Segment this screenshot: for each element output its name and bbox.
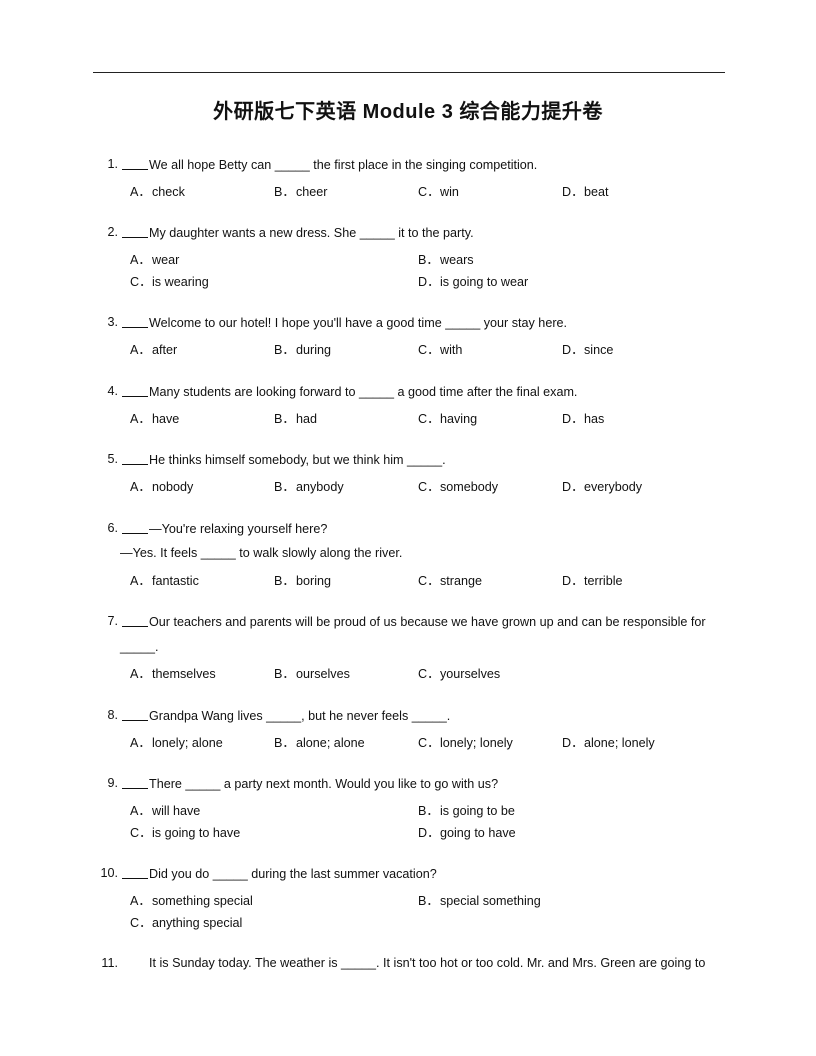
answer-blank [122, 315, 148, 328]
option-b: B．is going to be [418, 804, 515, 818]
option-c: C．having [418, 412, 478, 426]
option-a: A．check [130, 185, 185, 199]
question-number: 11. [101, 956, 118, 970]
option-c: C．lonely; lonely [418, 736, 513, 750]
option-a: A．nobody [130, 480, 194, 494]
option-b: B．boring [274, 574, 332, 588]
page-title: 外研版七下英语 Module 3 综合能力提升卷 [0, 95, 816, 124]
option-a: A．will have [130, 804, 201, 818]
option-a: A．lonely; alone [130, 736, 223, 750]
question-number: 3. [107, 315, 118, 329]
question-stem-line2: _____. [120, 640, 159, 654]
option-c: C．anything special [130, 916, 243, 930]
question-stem-line2: —Yes. It feels _____ to walk slowly alon… [120, 546, 403, 560]
option-c: C．somebody [418, 480, 499, 494]
answer-blank [122, 776, 148, 789]
header-rule [93, 72, 725, 73]
option-d: D．everybody [562, 480, 643, 494]
option-a: A．wear [130, 253, 180, 267]
option-a: A．fantastic [130, 574, 199, 588]
option-d: D．has [562, 412, 605, 426]
option-d: D．going to have [418, 826, 516, 840]
option-b: B．special something [418, 894, 541, 908]
title-module: Module 3 [362, 101, 454, 123]
question-number: 4. [107, 384, 118, 398]
option-d: D．since [562, 343, 614, 357]
option-d: D．terrible [562, 574, 623, 588]
option-c: C．win [418, 185, 459, 199]
question-number: 5. [107, 452, 118, 466]
option-b: B．had [274, 412, 318, 426]
option-a: A．after [130, 343, 178, 357]
answer-blank [122, 225, 148, 238]
option-d: D．beat [562, 185, 609, 199]
question-stem: —You're relaxing yourself here? [149, 522, 328, 536]
question-number: 1. [107, 157, 118, 171]
question-stem: It is Sunday today. The weather is _____… [149, 956, 706, 970]
option-c: C．is going to have [130, 826, 241, 840]
question-number: 6. [107, 521, 118, 535]
option-c: C．yourselves [418, 667, 501, 681]
question-stem: Welcome to our hotel! I hope you'll have… [149, 316, 568, 330]
question-number: 8. [107, 708, 118, 722]
option-b: B．anybody [274, 480, 344, 494]
option-b: B．alone; alone [274, 736, 365, 750]
answer-blank [122, 521, 148, 534]
question-number: 10. [100, 866, 118, 880]
answer-blank [122, 614, 148, 627]
option-a: A．themselves [130, 667, 216, 681]
question-stem: We all hope Betty can _____ the first pl… [149, 158, 538, 172]
answer-blank [122, 708, 148, 721]
option-d: D．alone; lonely [562, 736, 655, 750]
option-b: B．cheer [274, 185, 328, 199]
option-b: B．during [274, 343, 332, 357]
option-c: C．strange [418, 574, 483, 588]
answer-blank [122, 384, 148, 397]
option-b: B．ourselves [274, 667, 350, 681]
question-stem: Did you do _____ during the last summer … [149, 867, 437, 881]
answer-blank [122, 157, 148, 170]
question-stem: There _____ a party next month. Would yo… [149, 777, 499, 791]
question-stem: Many students are looking forward to ___… [149, 385, 578, 399]
title-cn-suffix: 综合能力提升卷 [459, 99, 603, 123]
option-c: C．is wearing [130, 275, 209, 289]
question-number: 9. [107, 776, 118, 790]
question-stem: My daughter wants a new dress. She _____… [149, 226, 474, 240]
option-b: B．wears [418, 253, 474, 267]
question-number: 2. [107, 225, 118, 239]
question-stem: He thinks himself somebody, but we think… [149, 453, 446, 467]
question-stem: Our teachers and parents will be proud o… [149, 615, 706, 629]
option-a: A．something special [130, 894, 253, 908]
question-number: 7. [107, 614, 118, 628]
answer-blank [122, 866, 148, 879]
title-cn-prefix: 外研版七下英语 [213, 99, 357, 123]
option-d: D．is going to wear [418, 275, 529, 289]
option-c: C．with [418, 343, 463, 357]
option-a: A．have [130, 412, 180, 426]
question-stem: Grandpa Wang lives _____, but he never f… [149, 709, 451, 723]
answer-blank [122, 452, 148, 465]
